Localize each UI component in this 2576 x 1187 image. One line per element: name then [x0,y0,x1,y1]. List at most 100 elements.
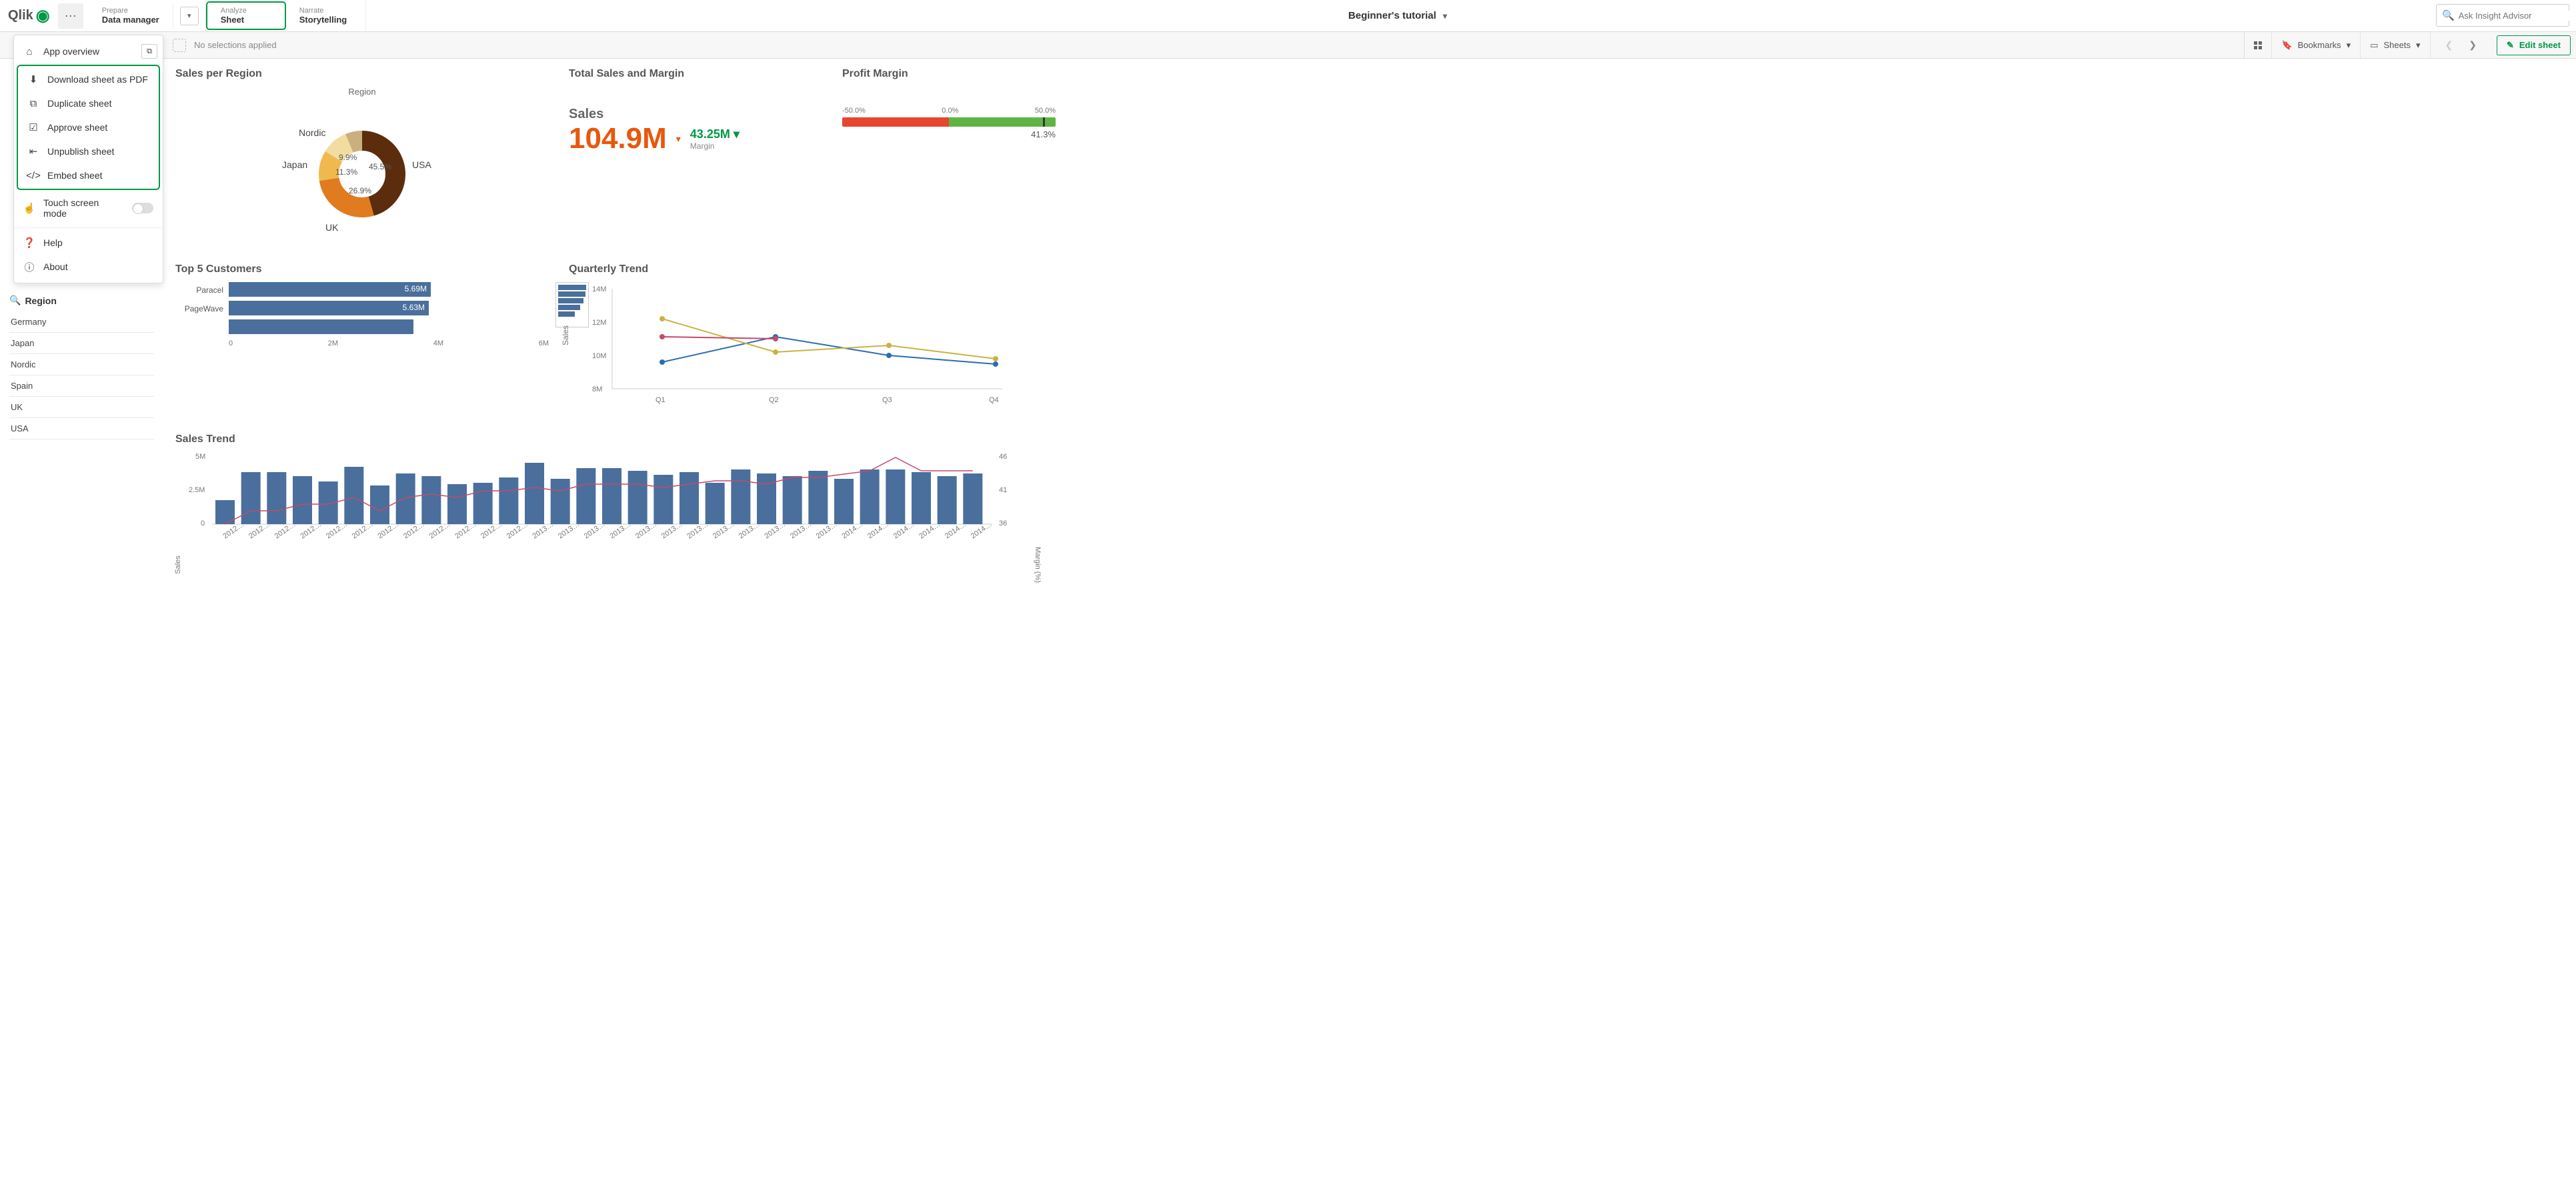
unpublish-icon: ⇤ [27,145,39,157]
menu-about-label: About [43,261,68,272]
top5-row-label: PageWave [175,304,229,313]
search-icon: 🔍 [2442,9,2455,21]
gauge-profit-margin[interactable]: Profit Margin -50.0% 0.0% 50.0% 41.3% [842,68,1056,247]
donut-pct-japan: 11.3% [335,167,357,177]
menu-help[interactable]: ❓ Help [14,231,163,255]
chart-sales-per-region[interactable]: Sales per Region Region 45.5% 26.9% 11.3… [175,68,549,247]
gauge-tick: 50.0% [1035,107,1056,115]
sheet-tools: 🔖 Bookmarks ▾ ▭ Sheets ▾ ❮ ❯ ✎ Edit shee… [2244,32,2576,58]
menu-app-overview[interactable]: ⌂ App overview [14,39,109,63]
chart-top5-customers[interactable]: Top 5 Customers Paracel 5.69M PageWave 5… [175,263,549,417]
kpi-sub-label: Margin [690,141,740,151]
axis-tick: 6M [539,339,549,347]
assets-panel-button[interactable] [2245,32,2271,58]
menu-duplicate-sheet[interactable]: ⧉ Duplicate sheet [18,91,159,115]
duplicate-icon: ⧉ [27,97,39,109]
tab-analyze[interactable]: Analyze Sheet [206,1,286,30]
grid-icon [2254,41,2262,49]
donut-legend-title: Region [175,87,549,97]
svg-text:10M: 10M [592,352,606,360]
global-dropdown-menu: ⌂ App overview ⧉ ⬇ Download sheet as PDF… [13,35,163,283]
chart-sales-trend[interactable]: Sales Trend 5M2.5M0 464136 2012…2012…201… [175,433,1056,569]
selection-toolbar: No selections applied 🔖 Bookmarks ▾ ▭ Sh… [0,32,2576,59]
region-filter-title-text: Region [25,295,56,306]
search-icon: 🔍 [9,295,21,306]
minimap-scrollbar[interactable] [555,282,589,327]
tab-narrate[interactable]: Narrate Storytelling [286,0,366,31]
gauge-title: Profit Margin [842,68,1056,80]
touch-mode-toggle[interactable] [132,203,153,213]
pencil-icon: ✎ [2507,40,2514,51]
region-item[interactable]: Japan [9,333,154,354]
axis-tick: 0 [229,339,233,347]
svg-text:12M: 12M [592,319,606,327]
svg-text:46: 46 [999,453,1007,461]
donut-label-japan: Japan [282,159,307,170]
region-item[interactable]: Nordic [9,354,154,375]
menu-touch-label: Touch screen mode [43,197,124,219]
tab-narrate-small: Narrate [299,7,352,15]
gauge-marker [1043,117,1045,127]
menu-touch-mode[interactable]: ☝ Touch screen mode [14,191,163,225]
region-item[interactable]: Spain [9,375,154,397]
global-menu-button[interactable]: ⋯ [58,3,83,29]
top5-row-label: Paracel [175,285,229,295]
chevron-down-icon: ▾ [187,11,191,20]
home-icon: ⌂ [23,45,35,57]
embed-icon: </> [27,169,39,181]
prev-sheet-button[interactable]: ❮ [2440,39,2459,51]
bookmarks-button[interactable]: 🔖 Bookmarks ▾ [2271,32,2360,58]
edit-sheet-button[interactable]: ✎ Edit sheet [2497,35,2571,55]
menu-embed-label: Embed sheet [47,170,103,181]
sheet-nav: ❮ ❯ [2430,32,2491,58]
top-navbar: Qlik ◉ ⋯ Prepare Data manager ▾ Analyze … [0,0,2576,32]
touch-icon: ☝ [23,202,35,214]
sheets-icon: ▭ [2370,40,2378,51]
bookmarks-label: Bookmarks [2298,40,2341,50]
menu-unpublish-sheet[interactable]: ⇤ Unpublish sheet [18,139,159,163]
next-sheet-button[interactable]: ❯ [2463,39,2482,51]
svg-text:2.5M: 2.5M [189,486,205,494]
donut-chart [319,131,405,217]
chart-quarterly-trend[interactable]: Quarterly Trend 14M 12M 10M 8M [569,263,1056,417]
top5-bar-value: 5.69M [405,284,427,293]
svg-text:36: 36 [999,519,1007,527]
menu-app-overview-label: App overview [43,46,99,57]
app-title-dropdown[interactable]: Beginner's tutorial ▾ [366,0,2429,31]
caret-down-icon: ▾ [676,133,681,145]
insight-advisor-input[interactable] [2459,11,2576,21]
svg-text:Q2: Q2 [769,396,779,404]
region-item[interactable]: USA [9,418,154,439]
region-item[interactable]: UK [9,397,154,418]
region-item[interactable]: Germany [9,311,154,333]
menu-about[interactable]: ⓘ About [14,255,163,279]
selections-area: No selections applied [163,39,2244,52]
menu-embed-sheet[interactable]: </> Embed sheet [18,163,159,187]
app-title-text: Beginner's tutorial [1348,10,1436,21]
donut-label-nordic: Nordic [299,127,325,138]
gauge-tick: -50.0% [842,107,866,115]
open-new-tab-button[interactable]: ⧉ [141,44,157,59]
insight-advisor-search[interactable]: 🔍 [2436,4,2569,27]
prepare-dropdown[interactable]: ▾ [180,7,199,25]
highlighted-menu-group: ⬇ Download sheet as PDF ⧉ Duplicate shee… [17,65,160,190]
kpi-total-sales-margin[interactable]: Total Sales and Margin Sales 104.9M ▾ 43… [569,68,822,247]
edit-sheet-label: Edit sheet [2519,40,2561,50]
tab-prepare[interactable]: Prepare Data manager [89,3,173,29]
logo-q-icon: ◉ [36,6,50,25]
donut-label-usa: USA [412,159,431,170]
chevron-down-icon: ▾ [2347,40,2351,51]
sheets-button[interactable]: ▭ Sheets ▾ [2360,32,2429,58]
bookmark-icon: 🔖 [2281,40,2292,51]
top5-bar-value: 5.63M [403,303,425,312]
kpi-sub-value: 43.25M [690,127,730,141]
quarterly-title: Quarterly Trend [569,263,1056,275]
menu-download-pdf[interactable]: ⬇ Download sheet as PDF [18,67,159,91]
selection-tool-icon[interactable] [173,39,186,52]
approve-icon: ☑ [27,121,39,133]
svg-text:0: 0 [201,519,205,527]
donut-pct-usa: 45.5% [369,162,391,171]
gauge-value: 41.3% [842,129,1056,139]
menu-approve-sheet[interactable]: ☑ Approve sheet [18,115,159,139]
menu-unpublish-label: Unpublish sheet [47,146,114,157]
